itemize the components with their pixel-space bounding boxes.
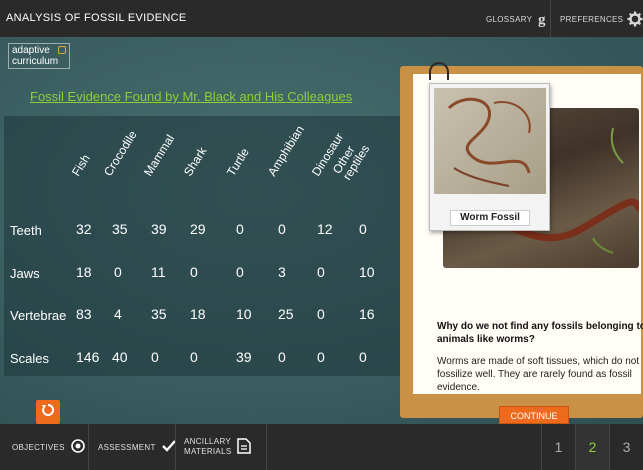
table-cell: 39 bbox=[151, 221, 167, 237]
table-cell: 0 bbox=[278, 349, 286, 365]
column-header: Crocodile bbox=[100, 128, 140, 179]
row-label: Teeth bbox=[10, 223, 42, 238]
column-header: Fish bbox=[68, 151, 93, 179]
glossary-button[interactable]: GLOSSARY g bbox=[486, 7, 552, 31]
app-title: ANALYSIS OF FOSSIL EVIDENCE bbox=[6, 12, 187, 24]
table-cell: 83 bbox=[76, 306, 92, 322]
column-header: Amphibian bbox=[264, 123, 307, 179]
table-cell: 40 bbox=[112, 349, 128, 365]
photo-caption: Worm Fossil bbox=[450, 210, 530, 226]
table-cell: 146 bbox=[76, 349, 100, 365]
top-bar: ANALYSIS OF FOSSIL EVIDENCE GLOSSARY g P… bbox=[0, 0, 643, 37]
preferences-label: PREFERENCES bbox=[560, 14, 624, 24]
table-cell: 39 bbox=[236, 349, 252, 365]
refresh-icon bbox=[41, 403, 55, 422]
table-cell: 0 bbox=[151, 349, 159, 365]
assessment-button[interactable]: ASSESSMENT bbox=[98, 424, 176, 470]
bottom-bar: OBJECTIVES ASSESSMENT ANCILLARY MATERIAL… bbox=[0, 424, 643, 470]
reset-button[interactable] bbox=[36, 400, 60, 424]
ancillary-materials-button[interactable]: ANCILLARY MATERIALS bbox=[184, 424, 252, 470]
table-cell: 12 bbox=[317, 221, 333, 237]
glossary-label: GLOSSARY bbox=[486, 14, 533, 24]
table-cell: 0 bbox=[317, 306, 325, 322]
footer-divider bbox=[266, 424, 267, 470]
preferences-button[interactable]: PREFERENCES bbox=[560, 7, 643, 31]
svg-text:g: g bbox=[538, 12, 546, 27]
table-cell: 0 bbox=[359, 349, 367, 365]
footer-divider bbox=[88, 424, 89, 470]
table-cell: 35 bbox=[151, 306, 167, 322]
worm-fossil-image bbox=[434, 88, 546, 194]
info-card-paper: Worm Fossil Why do we not find any fossi… bbox=[413, 62, 643, 394]
page-2-button[interactable]: 2 bbox=[576, 424, 609, 470]
row-label: Jaws bbox=[10, 266, 40, 281]
table-cell: 32 bbox=[76, 221, 92, 237]
adaptive-curriculum-logo: adaptive curriculum bbox=[8, 43, 70, 69]
column-header: Mammal bbox=[140, 132, 178, 179]
checkmark-icon bbox=[161, 440, 176, 454]
table-cell: 18 bbox=[190, 306, 206, 322]
table-cell: 10 bbox=[236, 306, 252, 322]
row-label: Scales bbox=[10, 351, 50, 366]
logo-line-2: curriculum bbox=[12, 56, 59, 67]
table-cell: 0 bbox=[317, 264, 325, 280]
table-cell: 0 bbox=[114, 264, 122, 280]
table-cell: 0 bbox=[190, 349, 198, 365]
info-card: Worm Fossil Why do we not find any fossi… bbox=[400, 62, 643, 424]
page-3-button[interactable]: 3 bbox=[610, 424, 643, 470]
document-icon bbox=[237, 438, 252, 456]
ancillary-label: ANCILLARY MATERIALS bbox=[184, 437, 231, 457]
answer-text: Worms are made of soft tissues, which do… bbox=[437, 356, 640, 393]
continue-button[interactable]: CONTINUE bbox=[499, 406, 569, 424]
paperclip-icon bbox=[429, 62, 449, 80]
chalkboard-area: adaptive curriculum Fossil Evidence Foun… bbox=[0, 37, 643, 424]
table-cell: 4 bbox=[114, 306, 122, 322]
table-cell: 0 bbox=[317, 349, 325, 365]
question-text: Why do we not find any fossils belonging… bbox=[437, 321, 643, 345]
table-cell: 0 bbox=[190, 264, 198, 280]
table-cell: 11 bbox=[151, 264, 166, 280]
table-cell: 18 bbox=[76, 264, 92, 280]
table-cell: 10 bbox=[359, 264, 375, 280]
ancillary-label-line-1: ANCILLARY bbox=[184, 437, 232, 446]
table-cell: 0 bbox=[359, 221, 367, 237]
row-label: Vertebrae bbox=[10, 308, 67, 323]
target-icon bbox=[70, 439, 85, 455]
fossil-photo-frame: Worm Fossil bbox=[429, 83, 550, 231]
table-cell: 16 bbox=[359, 306, 375, 322]
table-cell: 29 bbox=[190, 221, 206, 237]
footer-divider bbox=[175, 424, 176, 470]
ancillary-label-line-2: MATERIALS bbox=[184, 447, 232, 456]
logo-mark-icon bbox=[58, 46, 66, 54]
table-cell: 0 bbox=[278, 221, 286, 237]
top-divider bbox=[550, 0, 551, 37]
objectives-label: OBJECTIVES bbox=[12, 442, 65, 452]
table-cell: 25 bbox=[278, 306, 294, 322]
objectives-button[interactable]: OBJECTIVES bbox=[12, 424, 85, 470]
table-title[interactable]: Fossil Evidence Found by Mr. Black and H… bbox=[30, 89, 352, 104]
table-cell: 35 bbox=[112, 221, 128, 237]
page-1-button[interactable]: 1 bbox=[542, 424, 575, 470]
table-cell: 3 bbox=[278, 264, 286, 280]
table-cell: 0 bbox=[236, 264, 244, 280]
column-header: Shark bbox=[180, 144, 210, 179]
fossil-evidence-table: Fish Crocodile Mammal Shark Turtle Amphi… bbox=[4, 116, 404, 376]
gear-icon bbox=[627, 11, 643, 27]
table-cell: 0 bbox=[236, 221, 244, 237]
assessment-label: ASSESSMENT bbox=[98, 442, 156, 452]
column-header: Turtle bbox=[223, 145, 252, 179]
